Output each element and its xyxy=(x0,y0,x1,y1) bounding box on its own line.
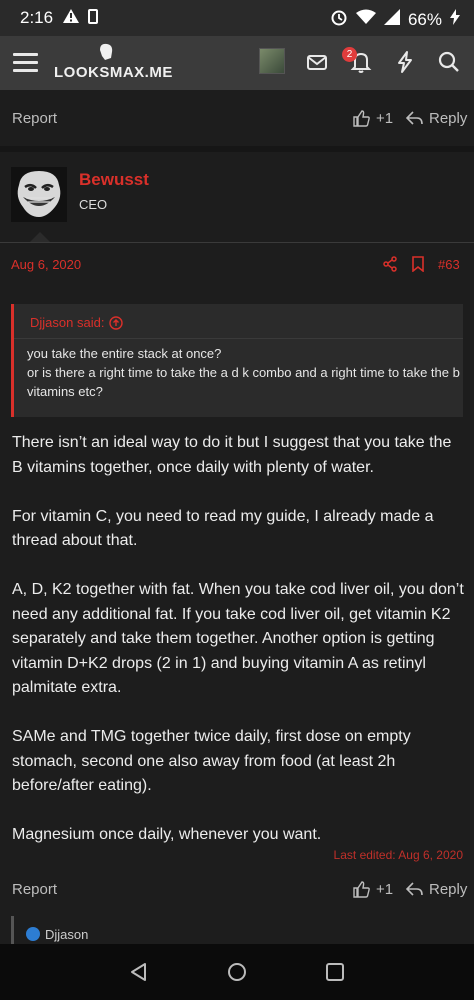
report-link[interactable]: Report xyxy=(12,881,57,898)
reply-label: Reply xyxy=(429,881,468,898)
site-logo[interactable]: LOOKSMAX.ME xyxy=(54,42,172,86)
alarm-icon xyxy=(330,8,348,31)
post-paragraph: A, D, K2 together with fat. When you tak… xyxy=(12,581,464,696)
post-paragraph: SAMe and TMG together twice daily, first… xyxy=(12,728,411,794)
notification-badge: 2 xyxy=(342,47,357,62)
wifi-icon xyxy=(355,9,376,30)
system-nav-bar xyxy=(0,944,474,1000)
bolt-icon[interactable] xyxy=(392,49,418,75)
post-body: There isn’t an ideal way to do it but I … xyxy=(12,431,464,872)
reply-label: Reply xyxy=(429,110,468,127)
like-label: +1 xyxy=(376,881,394,898)
status-icons: 66% xyxy=(330,8,460,31)
author-title: CEO xyxy=(79,197,108,212)
clock: 2:16 xyxy=(20,8,54,27)
like-button[interactable]: +1 xyxy=(353,881,393,898)
thumbs-up-icon xyxy=(353,110,370,127)
like-label: +1 xyxy=(376,110,394,127)
share-icon[interactable] xyxy=(382,256,398,272)
logo-mark-icon xyxy=(100,43,113,60)
reply-button[interactable]: Reply xyxy=(406,110,467,127)
like-button[interactable]: +1 xyxy=(353,110,393,127)
post-separator xyxy=(0,146,474,152)
mail-icon[interactable] xyxy=(304,49,330,75)
arrow-up-circle-icon xyxy=(109,315,124,330)
quote-line: or is there a right time to take the a d… xyxy=(27,365,460,399)
thumbs-up-icon xyxy=(353,881,370,898)
author-username[interactable]: Bewusst xyxy=(79,170,149,190)
post-paragraph: Magnesium once daily, whenever you want. xyxy=(12,826,322,843)
reactions-bar[interactable]: Djjason xyxy=(11,916,463,946)
post-paragraph: For vitamin C, you need to read my guide… xyxy=(12,507,434,550)
quote-divider xyxy=(14,338,463,339)
battery-percent: 66% xyxy=(407,9,442,29)
author-pointer xyxy=(30,232,50,242)
author-avatar[interactable] xyxy=(11,167,67,222)
reply-icon xyxy=(406,882,423,896)
post-date[interactable]: Aug 6, 2020 xyxy=(11,257,81,272)
bookmark-icon[interactable] xyxy=(411,256,425,272)
signal-icon xyxy=(383,9,400,30)
author-divider xyxy=(0,242,474,243)
quote-line: you take the entire stack at once? xyxy=(27,346,222,361)
report-link[interactable]: Report xyxy=(12,110,57,127)
status-bar: 2:16 66% xyxy=(0,0,474,36)
menu-icon[interactable] xyxy=(13,53,38,73)
site-header: LOOKSMAX.ME xyxy=(0,36,474,90)
back-icon[interactable] xyxy=(129,962,149,982)
quote-block: Djjason said: you take the entire stack … xyxy=(11,304,463,417)
quote-author[interactable]: Djjason said: xyxy=(30,315,124,330)
post-number[interactable]: #63 xyxy=(438,257,460,272)
charging-icon xyxy=(450,9,460,30)
user-avatar[interactable] xyxy=(259,48,285,74)
home-icon[interactable] xyxy=(227,962,247,982)
quote-author-label: Djjason said: xyxy=(30,315,105,330)
quote-body: you take the entire stack at once? or is… xyxy=(27,344,461,401)
post-paragraph: There isn’t an ideal way to do it but I … xyxy=(12,434,452,476)
recents-icon[interactable] xyxy=(325,962,345,982)
reply-button[interactable]: Reply xyxy=(406,881,467,898)
site-name: LOOKSMAX.ME xyxy=(54,64,173,81)
reply-icon xyxy=(406,111,423,125)
last-edited: Last edited: Aug 6, 2020 xyxy=(333,848,463,862)
warning-icon xyxy=(62,8,80,29)
sim-card-icon xyxy=(88,9,98,24)
search-icon[interactable] xyxy=(436,49,462,75)
reaction-username[interactable]: Djjason xyxy=(45,927,88,942)
like-reaction-icon xyxy=(26,927,40,941)
